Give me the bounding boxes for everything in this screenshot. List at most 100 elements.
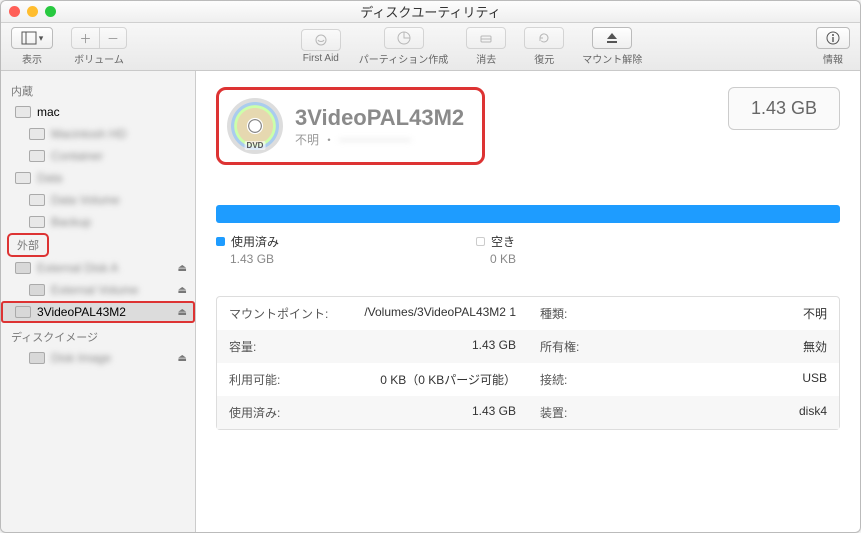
details-key: 使用済み:: [229, 404, 319, 421]
sidebar-item-label: 3VideoPAL43M2: [37, 305, 126, 319]
eject-icon[interactable]: ⏏: [178, 353, 187, 364]
stethoscope-icon: [313, 32, 329, 48]
disk-icon: [15, 262, 31, 274]
details-row: 使用済み: 1.43 GB 装置: disk4: [217, 396, 839, 429]
disk-icon: [15, 172, 31, 184]
unmount-group: マウント解除: [582, 27, 642, 66]
details-row: 容量: 1.43 GB 所有権: 無効: [217, 330, 839, 363]
close-icon[interactable]: [9, 6, 20, 17]
info-label: 情報: [823, 51, 843, 66]
restore-label: 復元: [534, 51, 554, 66]
info-button[interactable]: [816, 27, 850, 49]
view-button[interactable]: ▾: [11, 27, 53, 49]
remove-volume-button[interactable]: －: [99, 27, 127, 49]
sidebar-item-label: Backup: [51, 215, 91, 229]
disk-utility-window: ディスクユーティリティ ▾ 表示 ＋ － ボリューム First Aid: [0, 0, 861, 533]
restore-group: 復元: [524, 27, 564, 66]
volume-header-card: 3VideoPAL43M2 不明 ・ ——————: [216, 87, 485, 165]
sidebar-item[interactable]: Macintosh HD: [1, 123, 195, 145]
details-key: マウントポイント:: [229, 305, 328, 322]
sidebar-item[interactable]: Container: [1, 145, 195, 167]
disk-icon: [15, 306, 31, 318]
details-cell: 使用済み: 1.43 GB: [217, 396, 528, 429]
minimize-icon[interactable]: [27, 6, 38, 17]
usage-section: 使用済み 1.43 GB 空き 0 KB: [216, 205, 840, 266]
sidebar-item[interactable]: 3VideoPAL43M2 ⏏: [1, 301, 195, 323]
view-group: ▾ 表示: [11, 27, 53, 66]
sidebar-heading-diskimage: ディスクイメージ: [1, 323, 195, 347]
partition-group: パーティション作成: [359, 27, 448, 66]
sidebar-item[interactable]: Disk Image ⏏: [1, 347, 195, 369]
sidebar-item[interactable]: Data Volume: [1, 189, 195, 211]
disk-icon: [29, 352, 45, 364]
disk-icon: [29, 216, 45, 228]
details-value: 0 KB（0 KBパージ可能）: [380, 371, 516, 388]
firstaid-label: First Aid: [303, 53, 339, 64]
sidebar-item[interactable]: mac: [1, 101, 195, 123]
partition-label: パーティション作成: [359, 51, 448, 66]
sidebar-view-icon: [21, 30, 37, 46]
details-cell: 種類:不明: [528, 297, 839, 330]
sidebar-item-label: External Disk A: [37, 261, 118, 275]
volume-group: ＋ － ボリューム: [71, 27, 127, 66]
volume-label: ボリューム: [74, 51, 124, 66]
sidebar-item-label: Data Volume: [51, 193, 120, 207]
legend-free: 空き 0 KB: [476, 233, 676, 266]
details-key: 所有権:: [540, 338, 630, 355]
usage-bar: [216, 205, 840, 223]
window-controls: [9, 6, 56, 17]
sidebar-heading-internal: 内蔵: [1, 77, 195, 101]
legend-used: 使用済み 1.43 GB: [216, 233, 416, 266]
details-value: disk4: [799, 404, 827, 421]
details-row: 利用可能:0 KB（0 KBパージ可能）接続:USB: [217, 363, 839, 396]
sidebar-heading-external: 外部: [7, 233, 49, 257]
disk-icon: [29, 128, 45, 140]
sidebar-item[interactable]: Backup: [1, 211, 195, 233]
details-row: マウントポイント: /Volumes/3VideoPAL43M2 1 種類:不明: [217, 297, 839, 330]
details-value: 1.43 GB: [472, 404, 516, 421]
erase-label: 消去: [476, 51, 496, 66]
add-volume-button[interactable]: ＋: [71, 27, 99, 49]
erase-button[interactable]: [466, 27, 506, 49]
details-key: 利用可能:: [229, 371, 319, 388]
disk-icon: [29, 284, 45, 296]
used-swatch-icon: [216, 237, 225, 246]
details-value: 無効: [803, 338, 827, 355]
details-table: マウントポイント:/Volumes/3VideoPAL43M2 1種類:不明容量…: [216, 296, 840, 430]
restore-button[interactable]: [524, 27, 564, 49]
details-cell: 利用可能: 0 KB（0 KBパージ可能）: [217, 363, 528, 396]
details-cell: マウントポイント: /Volumes/3VideoPAL43M2 1: [217, 297, 528, 330]
eject-icon[interactable]: ⏏: [178, 307, 187, 318]
info-group: 情報: [816, 27, 850, 66]
unmount-button[interactable]: [592, 27, 632, 49]
titlebar: ディスクユーティリティ: [1, 1, 860, 23]
chevron-down-icon: ▾: [39, 33, 44, 44]
details-value: /Volumes/3VideoPAL43M2 1: [364, 305, 516, 322]
sidebar-item[interactable]: Data: [1, 167, 195, 189]
firstaid-group: First Aid: [301, 29, 341, 64]
window-title: ディスクユーティリティ: [360, 2, 501, 21]
sidebar: 内蔵 mac Macintosh HD ContainerData Data Volu…: [1, 71, 196, 532]
sidebar-item-label: Disk Image: [51, 351, 111, 365]
eraser-icon: [478, 30, 494, 46]
eject-icon[interactable]: ⏏: [178, 285, 187, 296]
sidebar-item-label: Macintosh HD: [51, 127, 126, 141]
details-key: 容量:: [229, 338, 319, 355]
details-cell: 容量: 1.43 GB: [217, 330, 528, 363]
sidebar-item-label: mac: [37, 105, 60, 119]
firstaid-button[interactable]: [301, 29, 341, 51]
volume-name: 3VideoPAL43M2: [295, 105, 464, 131]
sidebar-item-label: External Volume: [51, 283, 138, 297]
details-key: 装置:: [540, 404, 630, 421]
dvd-icon: [227, 98, 283, 154]
eject-icon: [604, 30, 620, 46]
sidebar-item[interactable]: External Volume ⏏: [1, 279, 195, 301]
details-cell: 所有権: 無効: [528, 330, 839, 363]
zoom-icon[interactable]: [45, 6, 56, 17]
details-value: USB: [802, 371, 827, 388]
volume-subtitle: 不明 ・ ——————: [295, 131, 464, 148]
details-value: 1.43 GB: [472, 338, 516, 355]
eject-icon[interactable]: ⏏: [178, 263, 187, 274]
partition-button[interactable]: [384, 27, 424, 49]
sidebar-item[interactable]: External Disk A ⏏: [1, 257, 195, 279]
